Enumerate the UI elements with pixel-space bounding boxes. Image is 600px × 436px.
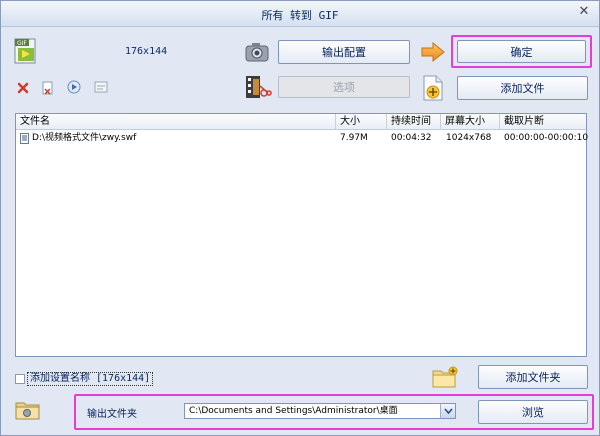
camera-settings-icon <box>244 40 270 64</box>
add-file-icon <box>420 74 446 102</box>
column-header-filename[interactable]: 文件名 <box>16 114 336 130</box>
column-header-screen-size[interactable]: 屏幕大小 <box>441 114 500 130</box>
cell-filename: D:\视频格式文件\zwy.swf <box>32 133 137 143</box>
confirm-button[interactable]: 确定 <box>457 40 586 63</box>
delete-icon[interactable] <box>16 81 30 95</box>
cell-size: 7.97M <box>340 133 368 143</box>
column-header-clip[interactable]: 截取片断 <box>500 114 586 130</box>
options-button[interactable]: 选项 <box>278 76 410 98</box>
file-doc-icon <box>20 133 29 144</box>
add-setting-checkbox[interactable]: 添加设置名称 [176x144] <box>15 372 154 386</box>
add-folder-icon <box>431 365 459 389</box>
info-icon[interactable] <box>94 81 108 93</box>
table-header: 文件名 大小 持续时间 屏幕大小 截取片断 <box>16 114 586 130</box>
output-path-value: C:\Documents and Settings\Administrator\… <box>189 406 398 416</box>
output-path-select[interactable]: C:\Documents and Settings\Administrator\… <box>184 403 456 419</box>
output-config-button[interactable]: 输出配置 <box>278 40 410 64</box>
window-title: 所有 转到 GIF <box>261 9 339 22</box>
output-folder-label: 输出文件夹 <box>87 409 137 420</box>
file-list-table: 文件名 大小 持续时间 屏幕大小 截取片断 D:\视频格式文件\zwy.swf … <box>15 113 589 357</box>
cell-screen-size: 1024x768 <box>446 133 492 143</box>
column-header-size[interactable]: 大小 <box>336 114 387 130</box>
cell-duration: 00:04:32 <box>391 133 432 143</box>
gif-format-icon: GIF <box>13 37 41 67</box>
add-folder-button[interactable]: 添加文件夹 <box>478 365 588 389</box>
convert-window: 所有 转到 GIF ✕ GIF 176x144 输出配置 确定 选项 添加文件 … <box>0 0 600 436</box>
film-edit-icon <box>244 74 272 100</box>
svg-text:GIF: GIF <box>17 40 27 47</box>
column-header-duration[interactable]: 持续时间 <box>387 114 441 130</box>
resolution-label: 176x144 <box>125 46 168 57</box>
title-bar: 所有 转到 GIF ✕ <box>1 1 599 27</box>
chevron-down-icon[interactable] <box>440 404 455 418</box>
add-setting-label: 添加设置名称 [176x144] <box>27 372 154 386</box>
browse-button[interactable]: 浏览 <box>478 400 588 424</box>
table-row[interactable]: D:\视频格式文件\zwy.swf 7.97M 00:04:32 1024x76… <box>16 131 589 146</box>
clear-list-icon[interactable] <box>41 80 55 96</box>
add-file-button[interactable]: 添加文件 <box>457 76 588 100</box>
arrow-right-icon <box>420 41 446 63</box>
close-icon[interactable]: ✕ <box>577 5 591 19</box>
play-preview-icon[interactable] <box>67 80 81 94</box>
cell-clip: 00:00:00-00:00:10 <box>504 133 589 143</box>
checkbox-box[interactable] <box>15 374 25 384</box>
open-folder-icon[interactable] <box>14 399 42 421</box>
